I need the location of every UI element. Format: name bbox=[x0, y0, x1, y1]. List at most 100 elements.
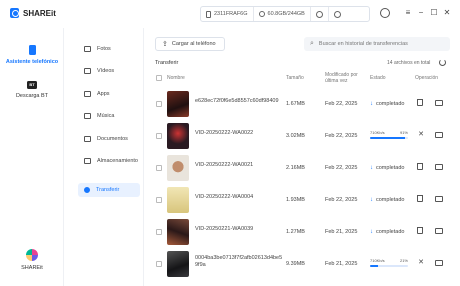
sidebar-item-videos[interactable]: Vídeos bbox=[78, 64, 140, 78]
device-info-bar[interactable]: 2311FRAF6G 60.8GB/244GB bbox=[200, 6, 370, 22]
menu-icon[interactable]: ≡ bbox=[403, 8, 413, 18]
shareit-logo-icon bbox=[10, 8, 19, 18]
row-checkbox[interactable] bbox=[156, 133, 162, 139]
open-folder-icon[interactable] bbox=[435, 260, 443, 266]
file-count: 14 archivos en total bbox=[387, 60, 431, 66]
speed-segment[interactable] bbox=[311, 7, 329, 21]
file-name: e628ec72f0f6e5d8557c60df98409 bbox=[195, 98, 279, 104]
sidebar-item-music[interactable]: Música bbox=[78, 109, 140, 123]
sidebar-item-label: Vídeos bbox=[97, 68, 115, 74]
phone-icon bbox=[206, 10, 211, 18]
delete-icon[interactable] bbox=[417, 195, 423, 202]
file-name: VID-20250221-WA0039 bbox=[195, 226, 254, 232]
video-thumbnail bbox=[167, 123, 189, 149]
delete-icon[interactable] bbox=[417, 99, 423, 106]
row-checkbox[interactable] bbox=[156, 165, 162, 171]
search-box[interactable]: ⌕ bbox=[304, 37, 450, 51]
progress: 710Kb/s 21% bbox=[370, 258, 408, 267]
minimize-icon[interactable]: − bbox=[416, 8, 426, 18]
status: ↓ completado bbox=[370, 197, 404, 203]
sidebar-item-label: Fotos bbox=[97, 46, 111, 52]
delete-icon[interactable] bbox=[417, 227, 423, 234]
power-icon bbox=[333, 10, 341, 18]
download-arrow-icon: ↓ bbox=[370, 197, 373, 203]
row-checkbox[interactable] bbox=[156, 229, 162, 235]
sidebar-item-label: Música bbox=[97, 113, 115, 119]
table-row[interactable]: 0004ba3be0713f7f2afb02613d4be59f9a 9.39M… bbox=[155, 248, 450, 280]
delete-icon[interactable] bbox=[417, 163, 423, 170]
video-thumbnail bbox=[167, 219, 189, 245]
main-panel: ⇪ Cargar al teléfono ⌕ Transferir 14 arc… bbox=[145, 28, 460, 286]
more-segment[interactable] bbox=[329, 7, 346, 21]
upload-to-phone-button[interactable]: ⇪ Cargar al teléfono bbox=[155, 37, 225, 51]
close-icon[interactable]: ✕ bbox=[442, 8, 452, 18]
header-operation: Operación bbox=[415, 75, 439, 81]
gauge-icon bbox=[315, 10, 323, 18]
file-date: Feb 22, 2025 bbox=[325, 197, 358, 203]
open-folder-icon[interactable] bbox=[435, 100, 443, 106]
app-logo: SHAREit bbox=[10, 8, 56, 18]
open-folder-icon[interactable] bbox=[435, 164, 443, 170]
row-checkbox[interactable] bbox=[156, 101, 162, 107]
file-size: 1.27MB bbox=[286, 229, 305, 235]
file-size: 2.16MB bbox=[286, 165, 305, 171]
file-date: Feb 22, 2025 bbox=[325, 165, 358, 171]
rail-item-label: Descarga BT bbox=[15, 93, 49, 99]
open-folder-icon[interactable] bbox=[435, 228, 443, 234]
rail-item-phone-assistant[interactable]: Asistente telefónico bbox=[0, 45, 64, 65]
music-icon bbox=[84, 113, 91, 119]
open-folder-icon[interactable] bbox=[435, 132, 443, 138]
sidebar-item-documents[interactable]: Documentos bbox=[78, 132, 140, 146]
refresh-icon[interactable] bbox=[439, 59, 446, 66]
progress-speed: 710Kb/s bbox=[370, 130, 385, 135]
file-size: 1.93MB bbox=[286, 197, 305, 203]
table-row[interactable]: VID-20250222-WA0021 2.16MB Feb 22, 2025 … bbox=[155, 152, 450, 184]
device-id-segment[interactable]: 2311FRAF6G bbox=[201, 7, 254, 21]
sidebar-item-transfer[interactable]: Transferir bbox=[78, 183, 140, 197]
table-row[interactable]: VID-20250221-WA0039 1.27MB Feb 21, 2025 … bbox=[155, 216, 450, 248]
sidebar-item-apps[interactable]: Apps bbox=[78, 87, 140, 101]
app-name: SHAREit bbox=[23, 8, 56, 18]
open-folder-icon[interactable] bbox=[435, 196, 443, 202]
settings-button[interactable] bbox=[380, 8, 390, 18]
rail-item-shareit[interactable]: SHAREit bbox=[0, 249, 64, 271]
header-modified[interactable]: Modificado por última vez bbox=[325, 72, 365, 84]
row-checkbox[interactable] bbox=[156, 197, 162, 203]
download-arrow-icon: ↓ bbox=[370, 165, 373, 171]
file-date: Feb 21, 2025 bbox=[325, 229, 358, 235]
header-name[interactable]: Nombre bbox=[167, 75, 185, 81]
status-text: completado bbox=[376, 197, 405, 203]
video-thumbnail bbox=[167, 187, 189, 213]
sidebar-item-photos[interactable]: Fotos bbox=[78, 42, 140, 56]
progress-percent: 21% bbox=[399, 258, 408, 263]
table-row[interactable]: VID-20250222-WA0004 1.93MB Feb 22, 2025 … bbox=[155, 184, 450, 216]
cancel-icon[interactable]: ✕ bbox=[417, 131, 425, 139]
document-icon bbox=[84, 136, 91, 142]
status: ↓ completado bbox=[370, 101, 404, 107]
header-size[interactable]: Tamaño bbox=[286, 75, 304, 81]
table-header: Nombre Tamaño Modificado por última vez … bbox=[155, 72, 450, 88]
left-rail: Asistente telefónico BT Descarga BT SHAR… bbox=[0, 28, 64, 286]
maximize-icon[interactable]: ☐ bbox=[429, 8, 439, 18]
storage-value: 60.8GB/244GB bbox=[267, 11, 305, 17]
table-row[interactable]: e628ec72f0f6e5d8557c60df98409 1.67MB Feb… bbox=[155, 88, 450, 120]
sidebar-item-storage[interactable]: Almacenamiento bbox=[78, 154, 140, 168]
status-text: completado bbox=[376, 229, 405, 235]
storage-segment[interactable]: 60.8GB/244GB bbox=[254, 7, 311, 21]
sidebar-item-label: Almacenamiento bbox=[97, 158, 138, 164]
file-size: 9.39MB bbox=[286, 261, 305, 267]
header-status: Estado bbox=[370, 75, 386, 81]
upload-icon: ⇪ bbox=[162, 41, 168, 48]
video-thumbnail bbox=[167, 251, 189, 277]
transfer-icon bbox=[84, 187, 90, 193]
select-all-checkbox[interactable] bbox=[156, 75, 162, 81]
cancel-icon[interactable]: ✕ bbox=[417, 259, 425, 267]
search-input[interactable] bbox=[318, 41, 439, 47]
rail-item-bt-download[interactable]: BT Descarga BT bbox=[0, 81, 64, 99]
upload-label: Cargar al teléfono bbox=[171, 41, 216, 47]
apps-icon bbox=[84, 91, 91, 97]
row-checkbox[interactable] bbox=[156, 261, 162, 267]
phone-icon bbox=[28, 45, 36, 55]
table-row[interactable]: VID-20250222-WA0022 3.02MB Feb 22, 2025 … bbox=[155, 120, 450, 152]
file-name: VID-20250222-WA0004 bbox=[195, 194, 254, 200]
